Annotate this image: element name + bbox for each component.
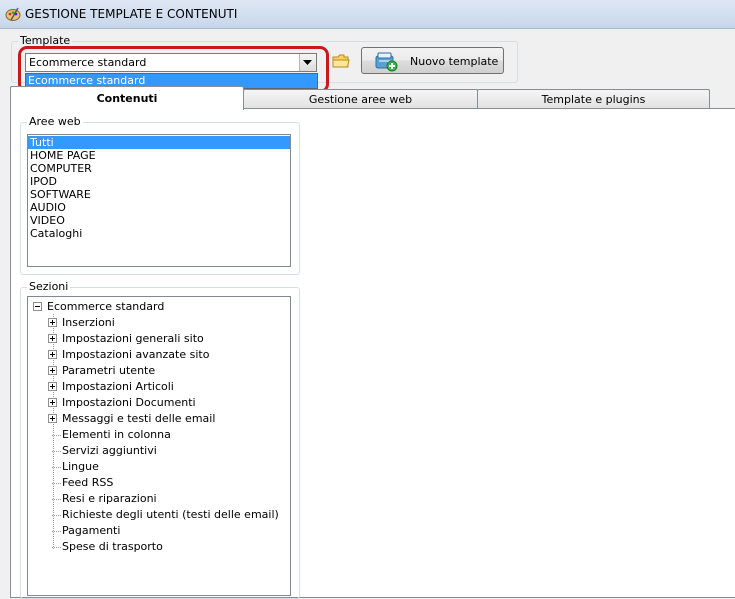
sezioni-legend: Sezioni — [27, 280, 71, 294]
add-template-icon — [374, 51, 398, 72]
list-item-home-page[interactable]: HOME PAGE — [28, 149, 290, 162]
title-bar: GESTIONE TEMPLATE E CONTENUTI — [0, 0, 735, 29]
tree-expand-icon[interactable] — [48, 350, 57, 359]
tree-node-label: Inserzioni — [62, 316, 115, 329]
tab-gestione-aree-web[interactable]: Gestione aree web — [243, 89, 478, 108]
list-item-audio[interactable]: AUDIO — [28, 201, 290, 214]
tree-connector — [52, 531, 61, 532]
tree-node-label: Spese di trasporto — [62, 540, 163, 553]
tree-node-label: Impostazioni Articoli — [62, 380, 174, 393]
tree-connector — [52, 451, 61, 452]
tree-root-node[interactable]: Ecommerce standard — [33, 299, 283, 315]
tree-node-lingue[interactable]: Lingue — [48, 459, 283, 475]
tree-expand-icon[interactable] — [48, 414, 57, 423]
tree-node-pagamenti[interactable]: Pagamenti — [48, 523, 283, 539]
tree-expand-icon[interactable] — [48, 318, 57, 327]
tab-contenuti-label: Contenuti — [96, 92, 158, 105]
tree-connector — [52, 467, 61, 468]
tree-node-label: Parametri utente — [62, 364, 156, 377]
tree-node-label: Impostazioni avanzate sito — [62, 348, 210, 361]
tree-collapse-icon[interactable] — [33, 302, 42, 311]
new-template-label: Nuovo template — [410, 55, 499, 68]
paint-palette-icon — [5, 6, 21, 22]
tree-node-label: Lingue — [62, 460, 99, 473]
tree-expand-icon[interactable] — [48, 382, 57, 391]
aree-web-legend: Aree web — [27, 115, 83, 129]
tree-node-label: Feed RSS — [62, 476, 114, 489]
tree-node-impostazioni-generali-sito[interactable]: Impostazioni generali sito — [48, 331, 283, 347]
window-title: GESTIONE TEMPLATE E CONTENUTI — [25, 7, 238, 21]
tree-node-label: Servizi aggiuntivi — [62, 444, 157, 457]
tree-node-servizi-aggiuntivi[interactable]: Servizi aggiuntivi — [48, 443, 283, 459]
list-item-ipod[interactable]: IPOD — [28, 175, 290, 188]
tree-connector — [52, 483, 61, 484]
list-item-cataloghi[interactable]: Cataloghi — [28, 227, 290, 240]
list-item-video[interactable]: VIDEO — [28, 214, 290, 227]
list-item-computer[interactable]: COMPUTER — [28, 162, 290, 175]
tree-node-elementi-in-colonna[interactable]: Elementi in colonna — [48, 427, 283, 443]
list-item-software[interactable]: SOFTWARE — [28, 188, 290, 201]
tree-expand-icon[interactable] — [48, 334, 57, 343]
aree-web-list[interactable]: Tutti HOME PAGE COMPUTER IPOD SOFTWARE A… — [27, 134, 291, 267]
new-template-button[interactable]: Nuovo template — [361, 47, 504, 74]
tree-node-resi-e-riparazioni[interactable]: Resi e riparazioni — [48, 491, 283, 507]
tree-node-inserzioni[interactable]: Inserzioni — [48, 315, 283, 331]
tab-gestione-aree-web-label: Gestione aree web — [308, 93, 413, 106]
tab-template-e-plugins-label: Template e plugins — [541, 93, 646, 106]
tree-root-label: Ecommerce standard — [47, 300, 165, 313]
tab-template-e-plugins[interactable]: Template e plugins — [477, 89, 710, 108]
sezioni-tree[interactable]: Ecommerce standard Inserzioni Impostazio… — [27, 296, 291, 596]
tree-expand-icon[interactable] — [48, 398, 57, 407]
tree-node-label: Messaggi e testi delle email — [62, 412, 216, 425]
tree-node-spese-di-trasporto[interactable]: Spese di trasporto — [48, 539, 283, 555]
tree-node-parametri-utente[interactable]: Parametri utente — [48, 363, 283, 379]
tree-node-impostazioni-documenti[interactable]: Impostazioni Documenti — [48, 395, 283, 411]
tree-node-impostazioni-avanzate-sito[interactable]: Impostazioni avanzate sito — [48, 347, 283, 363]
tree-expand-icon[interactable] — [48, 366, 57, 375]
tree-node-label: Impostazioni generali sito — [62, 332, 204, 345]
tree-node-label: Resi e riparazioni — [62, 492, 157, 505]
tree-connector — [52, 499, 61, 500]
tab-contenuti[interactable]: Contenuti — [10, 86, 244, 110]
tree-node-label: Impostazioni Documenti — [62, 396, 196, 409]
tree-node-richieste-utenti[interactable]: Richieste degli utenti (testi delle emai… — [48, 507, 283, 523]
tree-node-impostazioni-articoli[interactable]: Impostazioni Articoli — [48, 379, 283, 395]
tree-node-feed-rss[interactable]: Feed RSS — [48, 475, 283, 491]
tree-node-label: Richieste degli utenti (testi delle emai… — [62, 508, 279, 521]
tree-node-messaggi-email[interactable]: Messaggi e testi delle email — [48, 411, 283, 427]
list-item-tutti[interactable]: Tutti — [28, 136, 290, 149]
tree-node-label: Elementi in colonna — [62, 428, 171, 441]
tree-connector — [52, 547, 61, 548]
tree-node-label: Pagamenti — [62, 524, 121, 537]
tree-connector — [52, 435, 61, 436]
tree-connector — [52, 515, 61, 516]
folder-icon[interactable] — [332, 53, 350, 69]
